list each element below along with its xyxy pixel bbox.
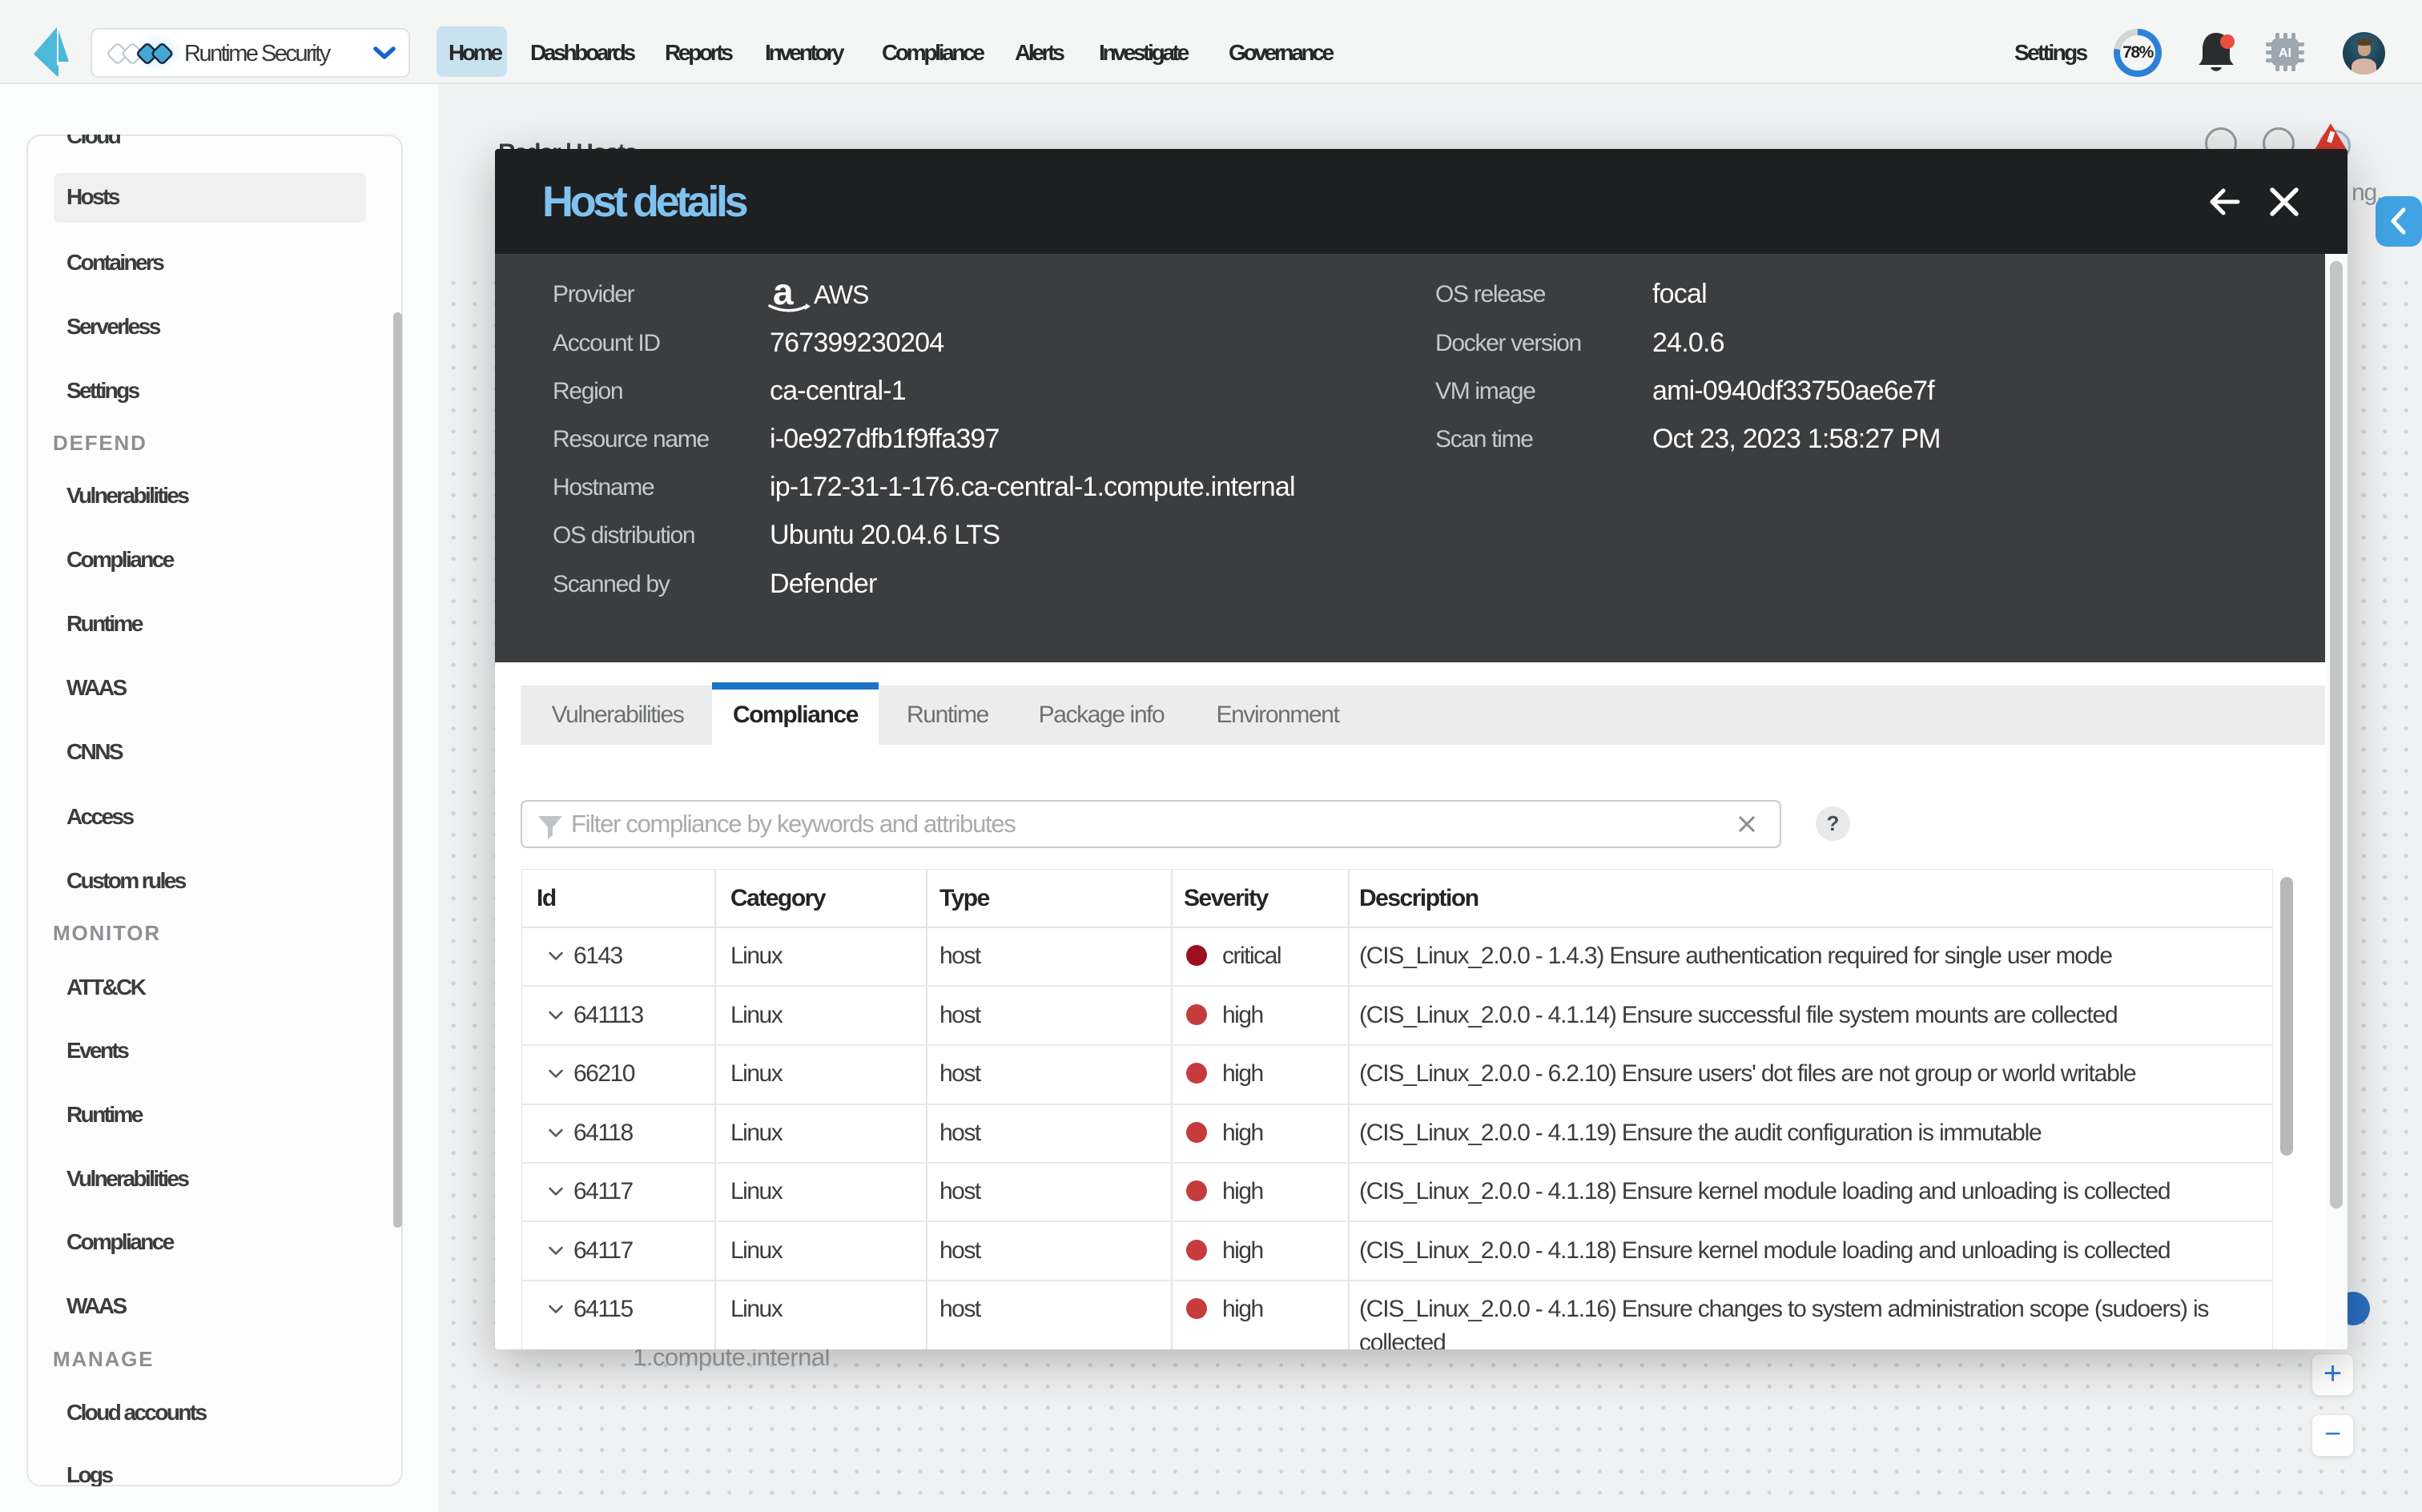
svg-text:AI: AI (2279, 46, 2291, 60)
